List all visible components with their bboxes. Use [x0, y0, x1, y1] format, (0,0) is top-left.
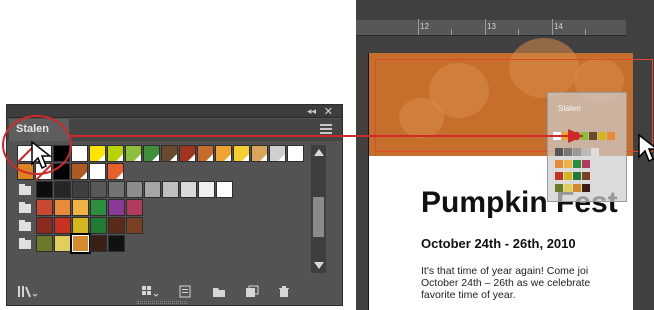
swatch[interactable]: [108, 199, 125, 216]
swatch[interactable]: [107, 145, 124, 162]
swatch[interactable]: [126, 181, 143, 198]
swatch[interactable]: [54, 217, 71, 234]
ghost-row: [555, 179, 591, 192]
color-group-folder-icon[interactable]: [17, 199, 34, 216]
swatch[interactable]: [287, 145, 304, 162]
swatch[interactable]: [36, 199, 53, 216]
swatch[interactable]: [251, 145, 268, 162]
panel-bottom-toolbar: [7, 277, 342, 305]
delete-swatch-icon[interactable]: [277, 285, 291, 301]
swatch[interactable]: [197, 145, 214, 162]
swatch-options-icon[interactable]: [179, 285, 191, 301]
dragged-panel-preview: Stalen: [547, 92, 627, 202]
body-line: It's that time of year again! Come joi: [421, 265, 589, 277]
swatch-row: [17, 217, 305, 234]
drag-arrow-line: [70, 135, 570, 137]
library-icon[interactable]: [17, 285, 39, 301]
swatch[interactable]: [54, 199, 71, 216]
swatch[interactable]: [233, 145, 250, 162]
swatch[interactable]: [125, 145, 142, 162]
color-group-folder-icon[interactable]: [17, 181, 34, 198]
new-swatch-icon[interactable]: [245, 285, 259, 301]
body-line: October 24th – 26th as we celebrate: [421, 277, 591, 289]
cursor-icon: [638, 133, 654, 163]
ruler-label: 12: [420, 22, 429, 31]
swatch-row: [17, 181, 305, 198]
swatch[interactable]: [54, 181, 71, 198]
drag-arrow-head: [568, 129, 584, 143]
swatch[interactable]: [36, 235, 53, 252]
swatch[interactable]: [54, 235, 71, 252]
ghost-row: [555, 167, 591, 180]
ghost-row: [555, 143, 600, 156]
swatch-row: [17, 199, 305, 216]
swatch[interactable]: [198, 181, 215, 198]
swatch[interactable]: [90, 181, 107, 198]
swatch[interactable]: [108, 217, 125, 234]
swatch[interactable]: [107, 163, 124, 180]
swatch[interactable]: [90, 217, 107, 234]
page-subtitle: October 24th - 26th, 2010: [421, 236, 576, 251]
swatch[interactable]: [144, 181, 161, 198]
scroll-down-icon[interactable]: [314, 262, 324, 269]
swatch[interactable]: [126, 217, 143, 234]
body-text: It's that time of year again! Come joi O…: [421, 265, 651, 301]
swatch[interactable]: [180, 181, 197, 198]
body-line: favorite time of year.: [421, 289, 516, 301]
swatch[interactable]: [90, 199, 107, 216]
ruler-label: 13: [487, 22, 496, 31]
swatch[interactable]: [108, 181, 125, 198]
swatch[interactable]: [89, 163, 106, 180]
color-group-folder-icon[interactable]: [17, 217, 34, 234]
swatch[interactable]: [162, 181, 179, 198]
panel-menu-icon[interactable]: [320, 124, 332, 135]
swatch[interactable]: [108, 235, 125, 252]
scrollbar[interactable]: [311, 145, 326, 273]
ghost-row: [555, 155, 591, 168]
swatch[interactable]: [36, 217, 53, 234]
swatch[interactable]: [71, 145, 88, 162]
swatch[interactable]: [36, 181, 53, 198]
swatch-row: [17, 233, 305, 254]
scroll-thumb[interactable]: [313, 197, 324, 237]
swatch[interactable]: [269, 145, 286, 162]
cursor-icon: [31, 140, 52, 170]
swatch[interactable]: [71, 163, 88, 180]
swatch[interactable]: [216, 181, 233, 198]
panel-title-bar[interactable]: ◂◂ ✕: [7, 105, 342, 118]
swatch[interactable]: [161, 145, 178, 162]
close-icon[interactable]: ✕: [324, 105, 333, 118]
swatch[interactable]: [215, 145, 232, 162]
swatch[interactable]: [126, 199, 143, 216]
scroll-up-icon[interactable]: [314, 149, 324, 156]
swatch[interactable]: [72, 217, 89, 234]
swatch[interactable]: [70, 233, 91, 254]
ghost-panel-label: Stalen: [558, 104, 581, 113]
collapse-icon[interactable]: ◂◂: [307, 106, 316, 117]
ruler-label: 14: [554, 22, 563, 31]
swatch[interactable]: [89, 145, 106, 162]
resize-grip[interactable]: [137, 301, 187, 304]
new-color-group-icon[interactable]: [212, 285, 226, 301]
swatch[interactable]: [179, 145, 196, 162]
color-group-folder-icon[interactable]: [17, 235, 34, 252]
swatch[interactable]: [72, 181, 89, 198]
swatch[interactable]: [143, 145, 160, 162]
swatch[interactable]: [72, 199, 89, 216]
swatch[interactable]: [90, 235, 107, 252]
horizontal-ruler: 12 13 14: [356, 19, 626, 36]
show-kinds-icon[interactable]: [141, 285, 161, 301]
